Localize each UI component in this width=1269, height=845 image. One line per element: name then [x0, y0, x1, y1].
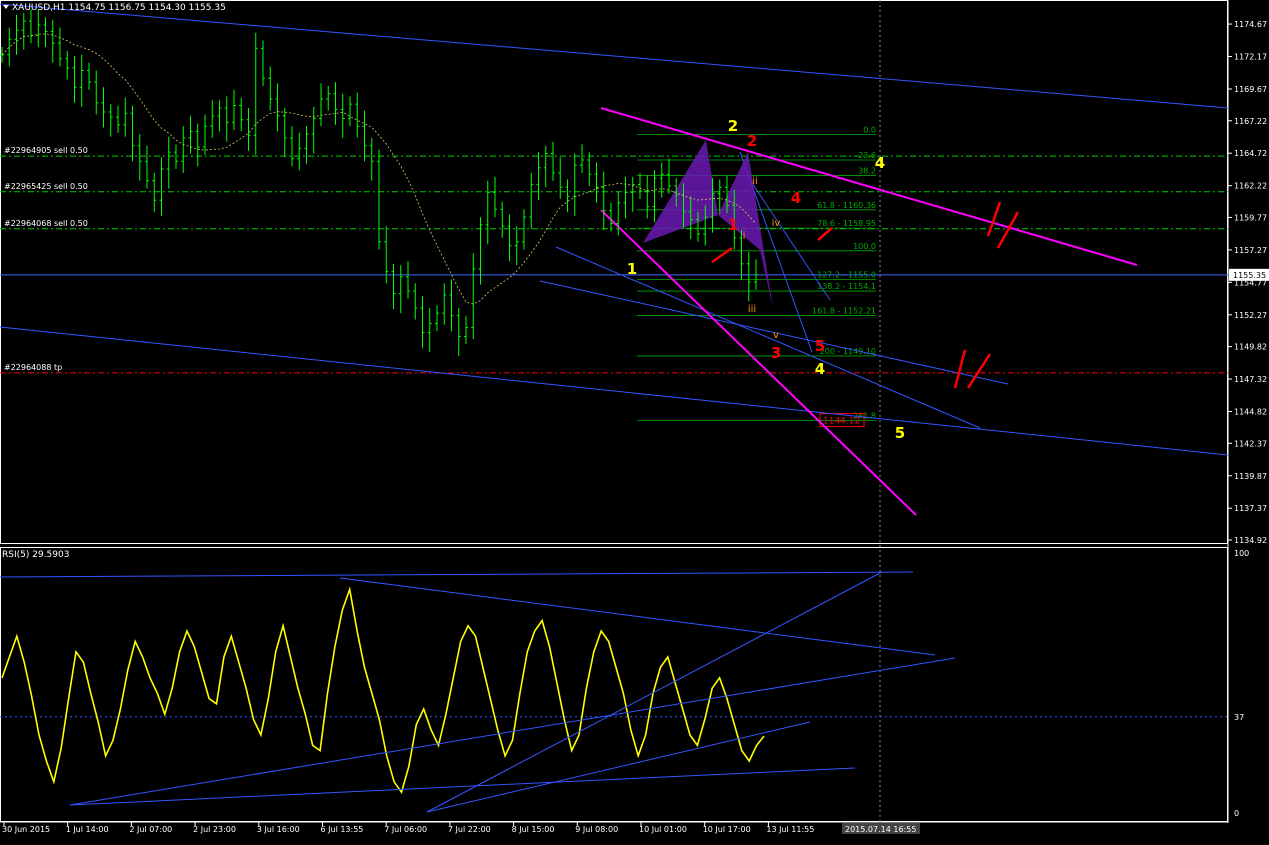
time-tick-label: 7 Jul 06:00 [384, 825, 427, 834]
trendline [555, 246, 981, 429]
time-tick-label: 10 Jul 17:00 [703, 825, 751, 834]
fib-level-label: 78.6 - 1158.95 [817, 219, 876, 228]
order-label: #22964905 sell 0.50 [4, 146, 88, 155]
signal-arrow [817, 227, 833, 241]
price-tick-label: 1164.72 [1234, 149, 1267, 158]
time-tick-label: 1 Jul 14:00 [66, 825, 109, 834]
wave-label: iv [772, 218, 781, 229]
rsi-trendline [69, 767, 856, 806]
wave-label: i [743, 231, 746, 242]
wave-label: 1 [627, 260, 637, 278]
wave-label: 4 [791, 189, 801, 207]
fib-target-label: 1144.12 [823, 417, 860, 427]
rsi-tick-label: 100 [1234, 549, 1249, 558]
rsi-trendline [69, 657, 956, 806]
wave-label: iii [748, 304, 756, 315]
price-tick-label: 1157.27 [1234, 246, 1267, 255]
chart-window[interactable]: #22964905 sell 0.50 #22965425 sell 0.50 #2… [0, 0, 1269, 841]
rsi-tick-label: 0 [1234, 809, 1239, 818]
wave-label: 1 [728, 216, 738, 234]
price-tick-label: 1152.27 [1234, 311, 1267, 320]
wave-label: 4 [815, 360, 825, 378]
signal-arrow [966, 353, 992, 389]
price-tick-label: 1139.87 [1234, 472, 1267, 481]
signal-arrow [986, 201, 1002, 237]
time-tick-label: 6 Jul 13:55 [321, 825, 364, 834]
signal-arrow [711, 246, 733, 264]
order-label: #22964088 tp [4, 363, 62, 372]
fib-level-label: 161.8 - 1152.21 [812, 307, 876, 316]
trendline [0, 326, 1229, 456]
wave-label: 2 [747, 132, 757, 150]
price-tick-label: 1169.67 [1234, 85, 1267, 94]
fib-level-label: 61.8 - 1160.36 [817, 201, 876, 210]
time-tick-label: 30 Jun 2015 [2, 825, 50, 834]
price-tick-label: 1144.82 [1234, 408, 1267, 417]
price-tick-label: 1137.37 [1234, 504, 1267, 513]
time-tick-label: 9 Jul 08:00 [575, 825, 618, 834]
time-tick-label: 3 Jul 16:00 [257, 825, 300, 834]
time-tick-label: 10 Jul 01:00 [639, 825, 687, 834]
fib-level-label: 0.0 [863, 126, 876, 135]
rsi-trendline [339, 577, 936, 656]
rsi-line [1, 586, 765, 795]
order-label: #22965425 sell 0.50 [4, 182, 88, 191]
rsi-trendline [426, 571, 883, 813]
current-price-label: 1155.35 [1233, 271, 1266, 280]
date-marker: 2015.07.14 16:55 [845, 825, 916, 834]
time-tick-label: 7 Jul 22:00 [448, 825, 491, 834]
trendline [0, 3, 1229, 109]
price-tick-label: 1162.22 [1234, 182, 1267, 191]
fib-level-label: 100.0 [853, 242, 876, 251]
channel-lower-line [600, 209, 917, 516]
rsi-trendline [426, 721, 811, 813]
time-tick-label: 8 Jul 15:00 [512, 825, 555, 834]
rsi-plot-frame [0, 547, 1228, 822]
rsi-header: RSI(5) 29.5903 [2, 550, 69, 560]
chart-canvas[interactable]: #22964905 sell 0.50 #22965425 sell 0.50 #2… [0, 0, 1269, 841]
wave-label: 4 [875, 154, 885, 172]
time-tick-label: 13 Jul 11:55 [766, 825, 814, 834]
wave-label: 5 [815, 337, 825, 355]
price-tick-label: 1147.32 [1234, 375, 1267, 384]
price-tick-label: 1134.92 [1234, 536, 1267, 545]
signal-arrow [953, 349, 967, 389]
price-tick-label: 1167.22 [1234, 117, 1267, 126]
fib-level-label: 23.6 [858, 151, 876, 160]
price-tick-label: 1142.37 [1234, 439, 1267, 448]
fib-level-label: 38.2 [858, 167, 876, 176]
price-tick-label: 1149.82 [1234, 343, 1267, 352]
order-label: #22964068 sell 0.50 [4, 219, 88, 228]
symbol-header: XAUUSD,H1 1154.75 1156.75 1154.30 1155.3… [12, 3, 226, 13]
wave-label: v [773, 330, 779, 341]
fib-level-label: 138.2 - 1154.1 [817, 282, 876, 291]
rsi-trendline [0, 571, 914, 578]
rsi-tick-label: 37 [1234, 713, 1244, 722]
wave-label: ii [752, 176, 758, 187]
wave-label: 5 [895, 424, 905, 442]
time-tick-label: 2 Jul 23:00 [193, 825, 236, 834]
price-tick-label: 1159.77 [1234, 213, 1267, 222]
fib-level-label: 127.2 - 1155.0 [817, 270, 876, 279]
price-tick-label: 1174.67 [1234, 20, 1267, 29]
dropdown-triangle-icon[interactable] [3, 5, 9, 9]
wave-label: 3 [771, 344, 781, 362]
price-tick-label: 1172.17 [1234, 53, 1267, 62]
time-tick-label: 2 Jul 07:00 [129, 825, 172, 834]
wave-label: 2 [728, 117, 738, 135]
